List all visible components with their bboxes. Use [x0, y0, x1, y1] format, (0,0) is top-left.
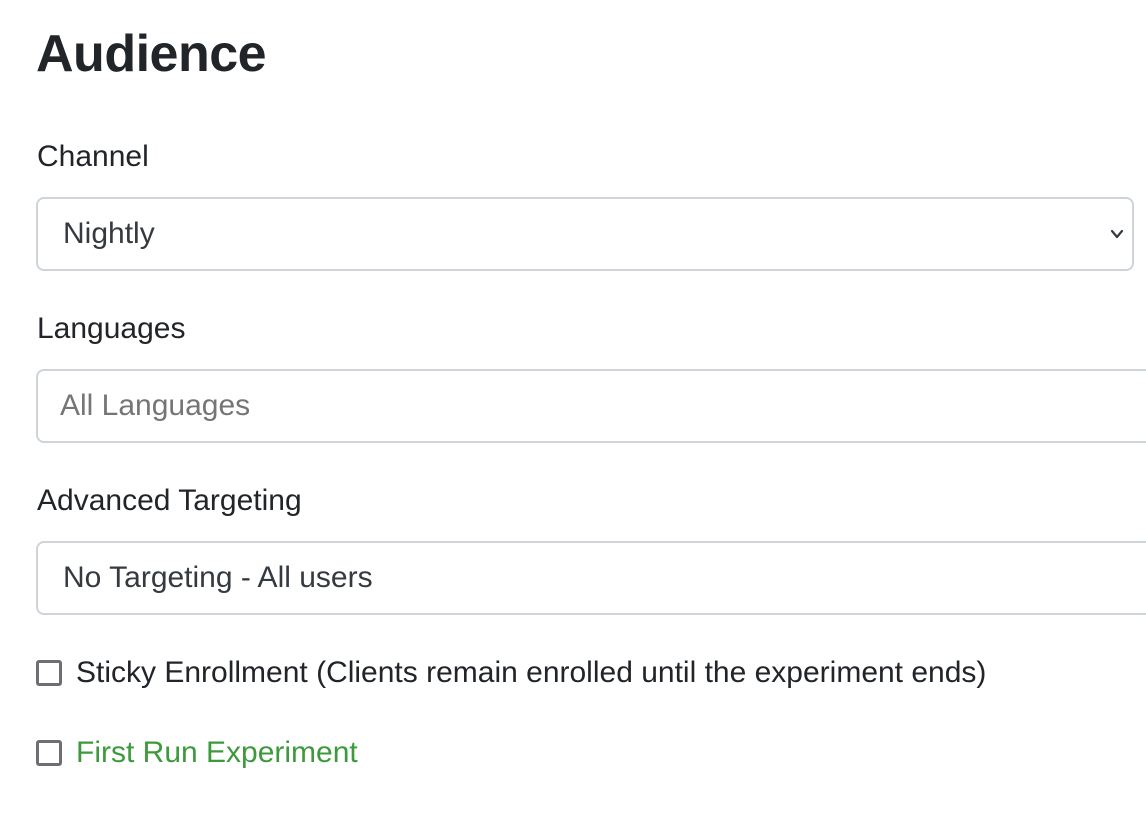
channel-label: Channel — [37, 140, 149, 173]
languages-multiselect[interactable]: All Languages — [36, 369, 1146, 443]
advanced-targeting-label: Advanced Targeting — [37, 484, 302, 517]
first-run-option[interactable]: First Run Experiment — [36, 735, 358, 771]
advanced-targeting-selected-value: No Targeting - All users — [63, 561, 373, 594]
chevron-down-icon — [1110, 229, 1124, 239]
sticky-enrollment-option[interactable]: Sticky Enrollment (Clients remain enroll… — [36, 655, 986, 691]
sticky-enrollment-checkbox[interactable] — [36, 660, 62, 686]
channel-select[interactable]: Nightly — [36, 197, 1134, 271]
channel-selected-value: Nightly — [63, 217, 155, 250]
languages-placeholder: All Languages — [60, 389, 251, 422]
sticky-enrollment-label: Sticky Enrollment (Clients remain enroll… — [76, 656, 987, 689]
first-run-label: First Run Experiment — [76, 736, 358, 769]
first-run-checkbox[interactable] — [36, 740, 62, 766]
advanced-targeting-select[interactable]: No Targeting - All users — [36, 541, 1146, 615]
page-title: Audience — [36, 25, 267, 83]
languages-label: Languages — [37, 312, 186, 345]
